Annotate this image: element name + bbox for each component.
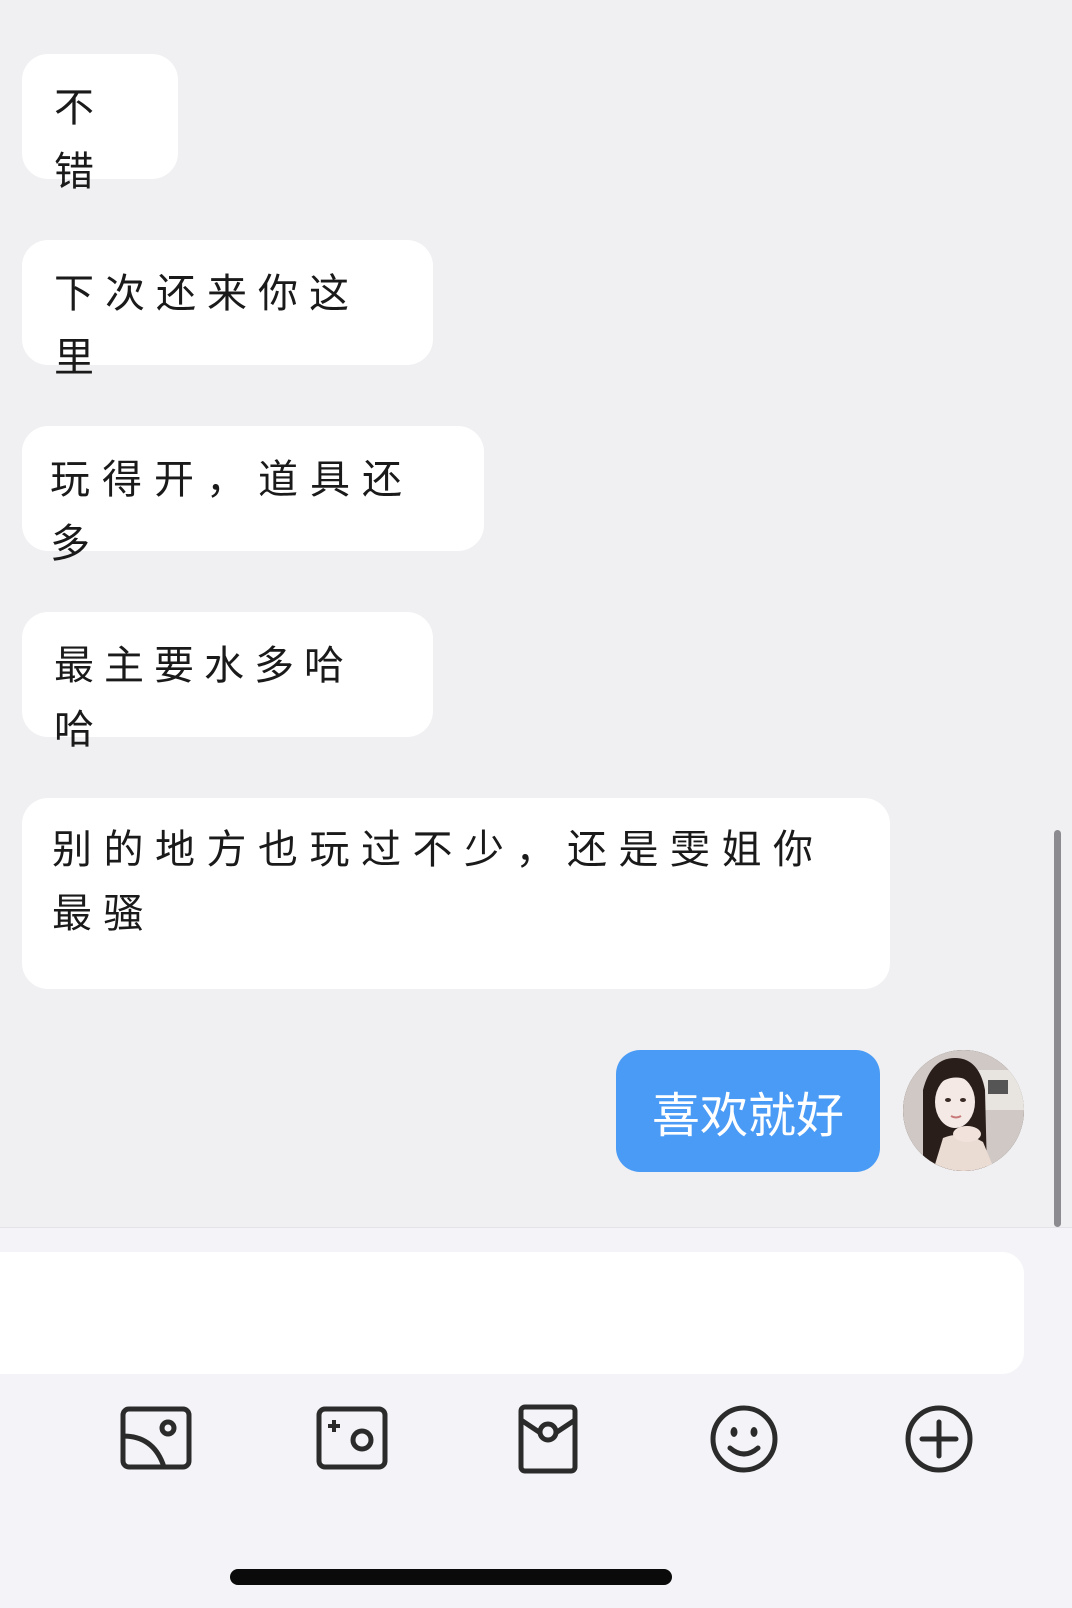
red-packet-icon	[518, 1404, 578, 1474]
input-panel	[0, 1227, 1072, 1608]
message-bubble-incoming[interactable]: 玩得开，道具还多	[22, 426, 484, 567]
message-text: 下次还来你这里	[54, 271, 360, 381]
photo-album-icon	[120, 1406, 192, 1470]
message-bubble-outgoing[interactable]: 喜欢就好	[616, 1050, 880, 1172]
message-text: 不错	[54, 85, 108, 195]
plus-circle-icon	[905, 1405, 973, 1473]
user-avatar[interactable]	[903, 1050, 1024, 1171]
camera-button[interactable]	[308, 1394, 398, 1484]
message-bubble-incoming[interactable]: 别的地方也玩过不少，还是雯姐你最骚	[22, 798, 890, 989]
home-indicator[interactable]	[230, 1569, 672, 1585]
more-button[interactable]	[894, 1394, 984, 1484]
message-text: 最主要水多哈哈	[54, 643, 354, 753]
chat-message-list[interactable]: 不错 下次还来你这里 玩得开，道具还多 最主要水多哈哈 别的地方也玩过不少，还是…	[0, 0, 1072, 1227]
message-bubble-incoming[interactable]: 最主要水多哈哈	[22, 612, 433, 753]
message-bubble-incoming[interactable]: 下次还来你这里	[22, 240, 433, 381]
message-bubble-incoming[interactable]: 不错	[22, 54, 178, 195]
message-text: 别的地方也玩过不少，还是雯姐你最骚	[52, 827, 825, 937]
emoji-button[interactable]	[699, 1394, 789, 1484]
avatar-image	[903, 1050, 1024, 1171]
message-input[interactable]	[0, 1252, 1024, 1374]
emoji-icon	[710, 1405, 778, 1473]
message-text: 玩得开，道具还多	[50, 457, 414, 567]
scrollbar[interactable]	[1054, 830, 1061, 1227]
photo-album-button[interactable]	[112, 1394, 202, 1484]
red-packet-button[interactable]	[503, 1394, 593, 1484]
camera-icon	[316, 1406, 388, 1470]
message-text: 喜欢就好	[651, 1088, 844, 1144]
